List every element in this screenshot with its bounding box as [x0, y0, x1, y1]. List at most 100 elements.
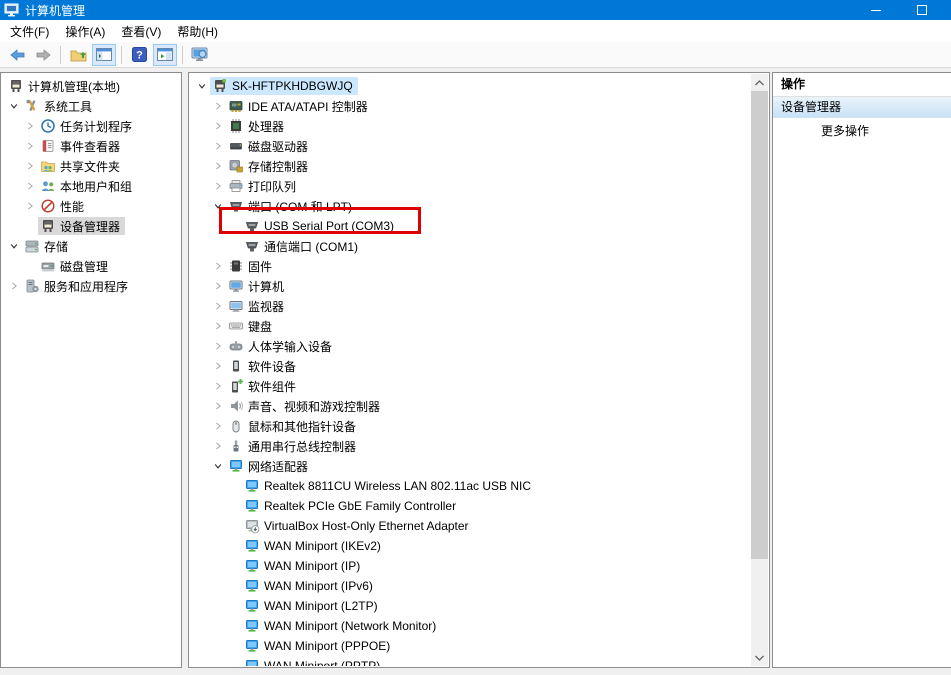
- tree-item-content[interactable]: 软件组件: [226, 377, 301, 395]
- tree-item-content[interactable]: 存储控制器: [226, 157, 313, 175]
- chevron-collapsed-icon[interactable]: [22, 118, 38, 134]
- chevron-collapsed-icon[interactable]: [210, 298, 226, 314]
- tree-item[interactable]: 存储控制器: [190, 156, 751, 176]
- chevron-collapsed-icon[interactable]: [210, 418, 226, 434]
- scroll-up-icon[interactable]: [751, 74, 768, 91]
- tree-item[interactable]: 处理器: [190, 116, 751, 136]
- forward-arrow-icon[interactable]: [31, 44, 55, 66]
- menu-item[interactable]: 帮助(H): [169, 20, 226, 43]
- show-action-pane-icon[interactable]: [153, 43, 177, 66]
- tree-item[interactable]: IDE ATA/ATAPI 控制器: [190, 96, 751, 116]
- tree-item-content[interactable]: 固件: [226, 257, 277, 275]
- chevron-expanded-icon[interactable]: [210, 458, 226, 474]
- tree-item[interactable]: 监视器: [190, 296, 751, 316]
- tree-item-content[interactable]: WAN Miniport (IP): [242, 557, 365, 575]
- tree-item[interactable]: 网络适配器: [190, 456, 751, 476]
- actions-section-device-manager[interactable]: 设备管理器: [773, 97, 951, 118]
- chevron-collapsed-icon[interactable]: [210, 318, 226, 334]
- up-one-level-folder-icon[interactable]: [66, 44, 90, 66]
- tree-item-content[interactable]: 通用串行总线控制器: [226, 437, 361, 455]
- chevron-collapsed-icon[interactable]: [210, 178, 226, 194]
- tree-item[interactable]: 通用串行总线控制器: [190, 436, 751, 456]
- help-icon[interactable]: ?: [127, 44, 151, 66]
- tree-item-content[interactable]: 计算机管理(本地): [6, 77, 125, 95]
- tree-item[interactable]: WAN Miniport (PPPOE): [190, 636, 751, 656]
- tree-item[interactable]: 本地用户和组: [2, 176, 180, 196]
- tree-item-content[interactable]: 软件设备: [226, 357, 301, 375]
- tree-item-content[interactable]: 网络适配器: [226, 457, 313, 475]
- tree-item-content[interactable]: 系统工具: [22, 97, 97, 115]
- tree-item-selected[interactable]: SK-HFTPKHDBGWJQ: [210, 77, 358, 95]
- back-arrow-icon[interactable]: [5, 44, 29, 66]
- minimize-button[interactable]: [853, 0, 899, 20]
- tree-item[interactable]: 端口 (COM 和 LPT): [190, 196, 751, 216]
- chevron-expanded-icon[interactable]: [194, 78, 210, 94]
- tree-item[interactable]: Realtek PCIe GbE Family Controller: [190, 496, 751, 516]
- tree-item[interactable]: USB Serial Port (COM3): [190, 216, 751, 236]
- chevron-collapsed-icon[interactable]: [210, 398, 226, 414]
- tree-item-content[interactable]: 磁盘驱动器: [226, 137, 313, 155]
- tree-item[interactable]: WAN Miniport (IPv6): [190, 576, 751, 596]
- chevron-expanded-icon[interactable]: [6, 238, 22, 254]
- tree-item-content[interactable]: WAN Miniport (Network Monitor): [242, 617, 441, 635]
- more-actions-item[interactable]: 更多操作: [773, 118, 951, 144]
- tree-item-content[interactable]: WAN Miniport (IPv6): [242, 577, 378, 595]
- tree-item[interactable]: WAN Miniport (IKEv2): [190, 536, 751, 556]
- chevron-collapsed-icon[interactable]: [210, 438, 226, 454]
- tree-item[interactable]: WAN Miniport (PPTP): [190, 656, 751, 666]
- scrollbar-thumb[interactable]: [751, 91, 768, 559]
- tree-item[interactable]: VirtualBox Host-Only Ethernet Adapter: [190, 516, 751, 536]
- tree-item-content[interactable]: WAN Miniport (L2TP): [242, 597, 383, 615]
- chevron-collapsed-icon[interactable]: [22, 158, 38, 174]
- tree-item-content[interactable]: 磁盘管理: [38, 257, 113, 275]
- tree-item[interactable]: 人体学输入设备: [190, 336, 751, 356]
- chevron-collapsed-icon[interactable]: [210, 138, 226, 154]
- tree-item-content[interactable]: Realtek PCIe GbE Family Controller: [242, 497, 461, 515]
- scroll-down-icon[interactable]: [751, 649, 768, 666]
- tree-item-content[interactable]: 共享文件夹: [38, 157, 125, 175]
- tree-item-content[interactable]: 本地用户和组: [38, 177, 137, 195]
- tree-item-content[interactable]: WAN Miniport (PPPOE): [242, 637, 395, 655]
- tree-item[interactable]: WAN Miniport (IP): [190, 556, 751, 576]
- chevron-collapsed-icon[interactable]: [22, 178, 38, 194]
- tree-item[interactable]: 性能: [2, 196, 180, 216]
- tree-item[interactable]: 系统工具: [2, 96, 180, 116]
- tree-item[interactable]: 通信端口 (COM1): [190, 236, 751, 256]
- tree-item-content[interactable]: 事件查看器: [38, 137, 125, 155]
- tree-item-content[interactable]: 人体学输入设备: [226, 337, 337, 355]
- tree-item[interactable]: 服务和应用程序: [2, 276, 180, 296]
- tree-item[interactable]: 存储: [2, 236, 180, 256]
- chevron-collapsed-icon[interactable]: [210, 278, 226, 294]
- tree-item[interactable]: 磁盘管理: [2, 256, 180, 276]
- tree-item[interactable]: 声音、视频和游戏控制器: [190, 396, 751, 416]
- show-console-tree-icon[interactable]: [92, 43, 116, 66]
- tree-item[interactable]: 计算机管理(本地): [2, 76, 180, 96]
- tree-item-content[interactable]: WAN Miniport (IKEv2): [242, 537, 386, 555]
- tree-item-content[interactable]: 计算机: [226, 277, 289, 295]
- tree-item-content[interactable]: IDE ATA/ATAPI 控制器: [226, 97, 373, 115]
- tree-item[interactable]: 键盘: [190, 316, 751, 336]
- tree-item-content[interactable]: 处理器: [226, 117, 289, 135]
- tree-item-content[interactable]: 声音、视频和游戏控制器: [226, 397, 385, 415]
- chevron-collapsed-icon[interactable]: [210, 338, 226, 354]
- tree-item-content[interactable]: 端口 (COM 和 LPT): [226, 197, 357, 215]
- close-button[interactable]: [945, 0, 951, 20]
- tree-item-content[interactable]: 打印队列: [226, 177, 301, 195]
- tree-item[interactable]: Realtek 8811CU Wireless LAN 802.11ac USB…: [190, 476, 751, 496]
- tree-item-content[interactable]: 通信端口 (COM1): [242, 237, 363, 255]
- tree-item-content[interactable]: VirtualBox Host-Only Ethernet Adapter: [242, 517, 474, 535]
- tree-item-content[interactable]: 服务和应用程序: [22, 277, 133, 295]
- tree-item[interactable]: 固件: [190, 256, 751, 276]
- chevron-collapsed-icon[interactable]: [22, 198, 38, 214]
- chevron-collapsed-icon[interactable]: [210, 378, 226, 394]
- tree-item[interactable]: 计算机: [190, 276, 751, 296]
- tree-item-content[interactable]: 鼠标和其他指针设备: [226, 417, 361, 435]
- chevron-collapsed-icon[interactable]: [210, 258, 226, 274]
- chevron-collapsed-icon[interactable]: [210, 358, 226, 374]
- tree-item[interactable]: 磁盘驱动器: [190, 136, 751, 156]
- tree-item-content[interactable]: USB Serial Port (COM3): [242, 217, 399, 235]
- chevron-collapsed-icon[interactable]: [210, 98, 226, 114]
- tree-item[interactable]: 软件设备: [190, 356, 751, 376]
- tree-item-content[interactable]: Realtek 8811CU Wireless LAN 802.11ac USB…: [242, 477, 536, 495]
- chevron-expanded-icon[interactable]: [6, 98, 22, 114]
